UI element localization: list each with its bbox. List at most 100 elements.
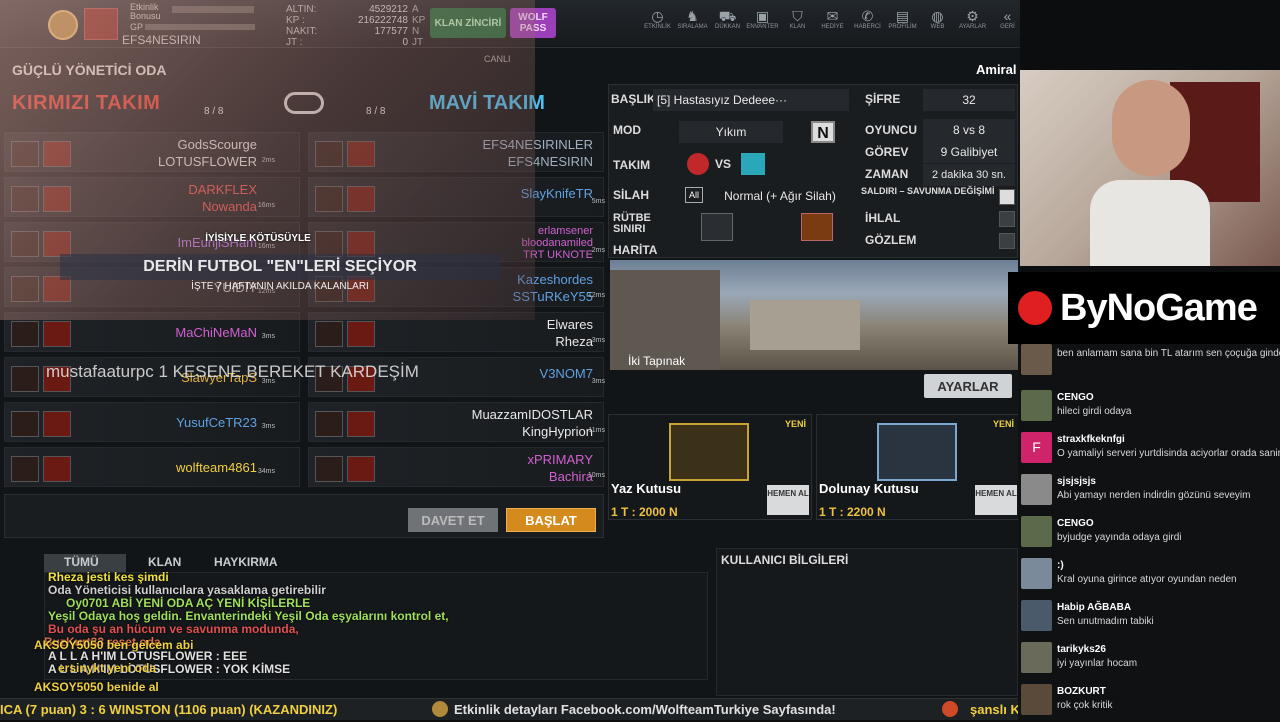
- players-label: OYUNCU: [865, 123, 918, 137]
- player-name: KingHyprion: [522, 424, 593, 439]
- nav-label: WEB: [930, 24, 945, 30]
- currency-unit: JT: [412, 37, 424, 48]
- summer-box-icon: [669, 423, 749, 481]
- wolf-pass-button[interactable]: WOLF PASS: [510, 8, 556, 38]
- currency-panel: ALTIN: 4529212 A KP : 216222748 KP NAKIT: 17757…: [286, 4, 426, 48]
- nav-globe[interactable]: ◍ WEB: [920, 8, 955, 30]
- player-name: bloodanamiled: [521, 237, 593, 249]
- nav-inventory[interactable]: ▣ ENVANTER: [745, 8, 780, 30]
- password-field[interactable]: 32: [923, 89, 1015, 111]
- avatar: [1021, 390, 1052, 421]
- streamer-face: [1112, 80, 1190, 176]
- player-slot[interactable]: xPRIMARY Bachira 10ms: [308, 447, 605, 487]
- invite-button[interactable]: DAVET ET: [408, 508, 498, 532]
- nav-back[interactable]: «GERİ: [990, 8, 1020, 30]
- currency-unit: A: [412, 4, 419, 15]
- ping-value: 16ms: [257, 202, 275, 209]
- buy-now-button[interactable]: HEMEN AL: [767, 485, 809, 515]
- swap-teams-icon[interactable]: [284, 92, 324, 114]
- swap-checkbox[interactable]: [999, 189, 1015, 205]
- player-name: xPRIMARY: [527, 452, 594, 467]
- tab-all[interactable]: TÜMÜ: [64, 555, 99, 569]
- nav-clock[interactable]: ◷ ETKİNLİK: [640, 8, 675, 30]
- ping-value: 34ms: [257, 468, 275, 475]
- nav-cart[interactable]: ⛟ DÜKKAN: [710, 8, 745, 30]
- players-select[interactable]: 8 vs 8: [923, 119, 1015, 141]
- gear-icon: ⚙: [966, 8, 979, 24]
- clan-chain-button[interactable]: KLAN ZİNCİRİ: [430, 8, 506, 38]
- time-select[interactable]: 2 dakika 30 sn.: [923, 164, 1015, 186]
- chat-text: hileci girdi odaya: [1057, 406, 1132, 417]
- settings-button[interactable]: AYARLAR: [924, 374, 1012, 398]
- player-slot[interactable]: wolfteam4861 34ms: [4, 447, 300, 487]
- clan-badge-icon: [11, 366, 39, 392]
- player-slot[interactable]: SlayKnifeTR 5ms: [308, 177, 605, 217]
- player-name: Elwares: [546, 317, 593, 332]
- weapon-all-badge: All: [685, 187, 703, 203]
- new-badge: YENİ: [993, 419, 1015, 429]
- rank-min-icon[interactable]: [701, 213, 733, 241]
- stream-chat-message: sjsjsjsjs Abi yamayı nerden indirdin gözü…: [1018, 470, 1280, 512]
- nav-megaphone[interactable]: ✆ HABERCİ: [850, 8, 885, 30]
- player-slot[interactable]: MaChiNeMaN 3ms: [4, 312, 300, 352]
- player-slot[interactable]: GodsScourge LOTUSFLOWER 2ms: [4, 132, 300, 172]
- lucky-icon: [942, 701, 958, 717]
- nav-label: AYARLAR: [958, 24, 987, 30]
- currency-label: KP :: [286, 15, 305, 26]
- ticker-event: Etkinlik detayları Facebook.com/Wolfteam…: [454, 702, 836, 717]
- buy-now-button[interactable]: HEMEN AL: [975, 485, 1017, 515]
- game-window: Etkinlik Bonusu GP EFS4NESIRIN ALTIN: 452…: [0, 0, 1020, 720]
- player-slot[interactable]: EFS4NESIRINLER EFS4NESIRIN: [308, 132, 604, 172]
- player-slot[interactable]: Elwares Rheza 3ms: [308, 312, 605, 352]
- nav-label: KLAN: [789, 24, 806, 30]
- currency-row: NAKIT: 177577 N: [286, 26, 426, 37]
- observe-checkbox[interactable]: [999, 233, 1015, 249]
- room-title-field[interactable]: [5] Hastasıyız Dedeee···: [653, 89, 849, 111]
- map-preview[interactable]: İki Tapınak: [610, 260, 1018, 370]
- shop-item-summer-box[interactable]: YENİ Yaz Kutusu 1 T : 2000 N HEMEN AL: [608, 414, 812, 520]
- chat-text: Abi yamayı nerden indirdin gözünü seveyi…: [1057, 490, 1251, 501]
- player-name: MuazzamIDOSTLAR: [471, 407, 593, 422]
- rank-badge-icon: [43, 321, 71, 347]
- event-bonus-label: Etkinlik Bonusu: [130, 2, 161, 21]
- player-avatar[interactable]: [48, 10, 78, 40]
- stream-chat-message: CENGO hileci girdi odaya: [1018, 386, 1280, 428]
- nav-profile[interactable]: ▤ PROFİLİM: [885, 8, 920, 30]
- shop-item-fullmoon-box[interactable]: YENİ Dolunay Kutusu 1 T : 2200 N HEMEN A…: [816, 414, 1020, 520]
- red-team-title: KIRMIZI TAKIM: [12, 92, 161, 114]
- player-slot[interactable]: DARKFLEX Nowanda 16ms: [4, 177, 300, 217]
- player-name: TRT UKNOTE: [523, 249, 593, 261]
- start-button[interactable]: BAŞLAT: [506, 508, 596, 532]
- chat-text: Sen unutmadım tabiki: [1057, 616, 1154, 627]
- avatar: [1021, 642, 1052, 673]
- nav-shield[interactable]: ⛉ KLAN: [780, 8, 815, 30]
- rank-badge-icon: [347, 186, 375, 212]
- nav-gift[interactable]: ✉ HEDİYE: [815, 8, 850, 30]
- nav-wolf[interactable]: ♞ SIRALAMA: [675, 8, 710, 30]
- tab-clan[interactable]: KLAN: [148, 555, 181, 569]
- player-slot[interactable]: YusufCeTR23 3ms: [4, 402, 300, 442]
- rank-max-icon[interactable]: [801, 213, 833, 241]
- currency-label: JT :: [286, 37, 303, 48]
- clan-badge-icon: [315, 321, 343, 347]
- vs-label: VS: [715, 157, 732, 171]
- overlay-donation-text: mustafaaturpc 1 KESENE BEREKET KARDEŞİM: [46, 362, 419, 381]
- nav-label: GERİ: [1000, 24, 1015, 30]
- main-nav: ◷ ETKİNLİK ♞ SIRALAMA ⛟ DÜKKAN ▣ ENVANTER ⛉ KLAN ✉…: [640, 8, 1020, 30]
- player-slot[interactable]: MuazzamIDOSTLAR KingHyprion 11ms: [308, 402, 605, 442]
- mode-select[interactable]: Yıkım: [679, 121, 783, 143]
- ban-checkbox[interactable]: [999, 211, 1015, 227]
- nav-label: HEDİYE: [821, 24, 844, 30]
- cart-icon: ⛟: [718, 8, 737, 24]
- username: EFS4NESIRIN: [122, 33, 201, 47]
- weapon-select[interactable]: Normal (+ Ağır Silah): [707, 185, 853, 207]
- player-name: Bachira: [548, 469, 593, 484]
- ping-value: 10ms: [587, 472, 605, 479]
- chat-username: CENGO: [1057, 518, 1094, 529]
- stream-chat: ben anlamam sana bin TL atarım sen çoçuğ…: [1018, 344, 1280, 720]
- stream-chat-message: BOZKURT rok çok kritik: [1018, 680, 1280, 722]
- nav-gear[interactable]: ⚙ AYARLAR: [955, 8, 990, 30]
- mission-select[interactable]: 9 Galibiyet: [923, 141, 1015, 163]
- tab-shout[interactable]: HAYKIRMA: [214, 555, 278, 569]
- rank-title: Amiral: [976, 62, 1017, 77]
